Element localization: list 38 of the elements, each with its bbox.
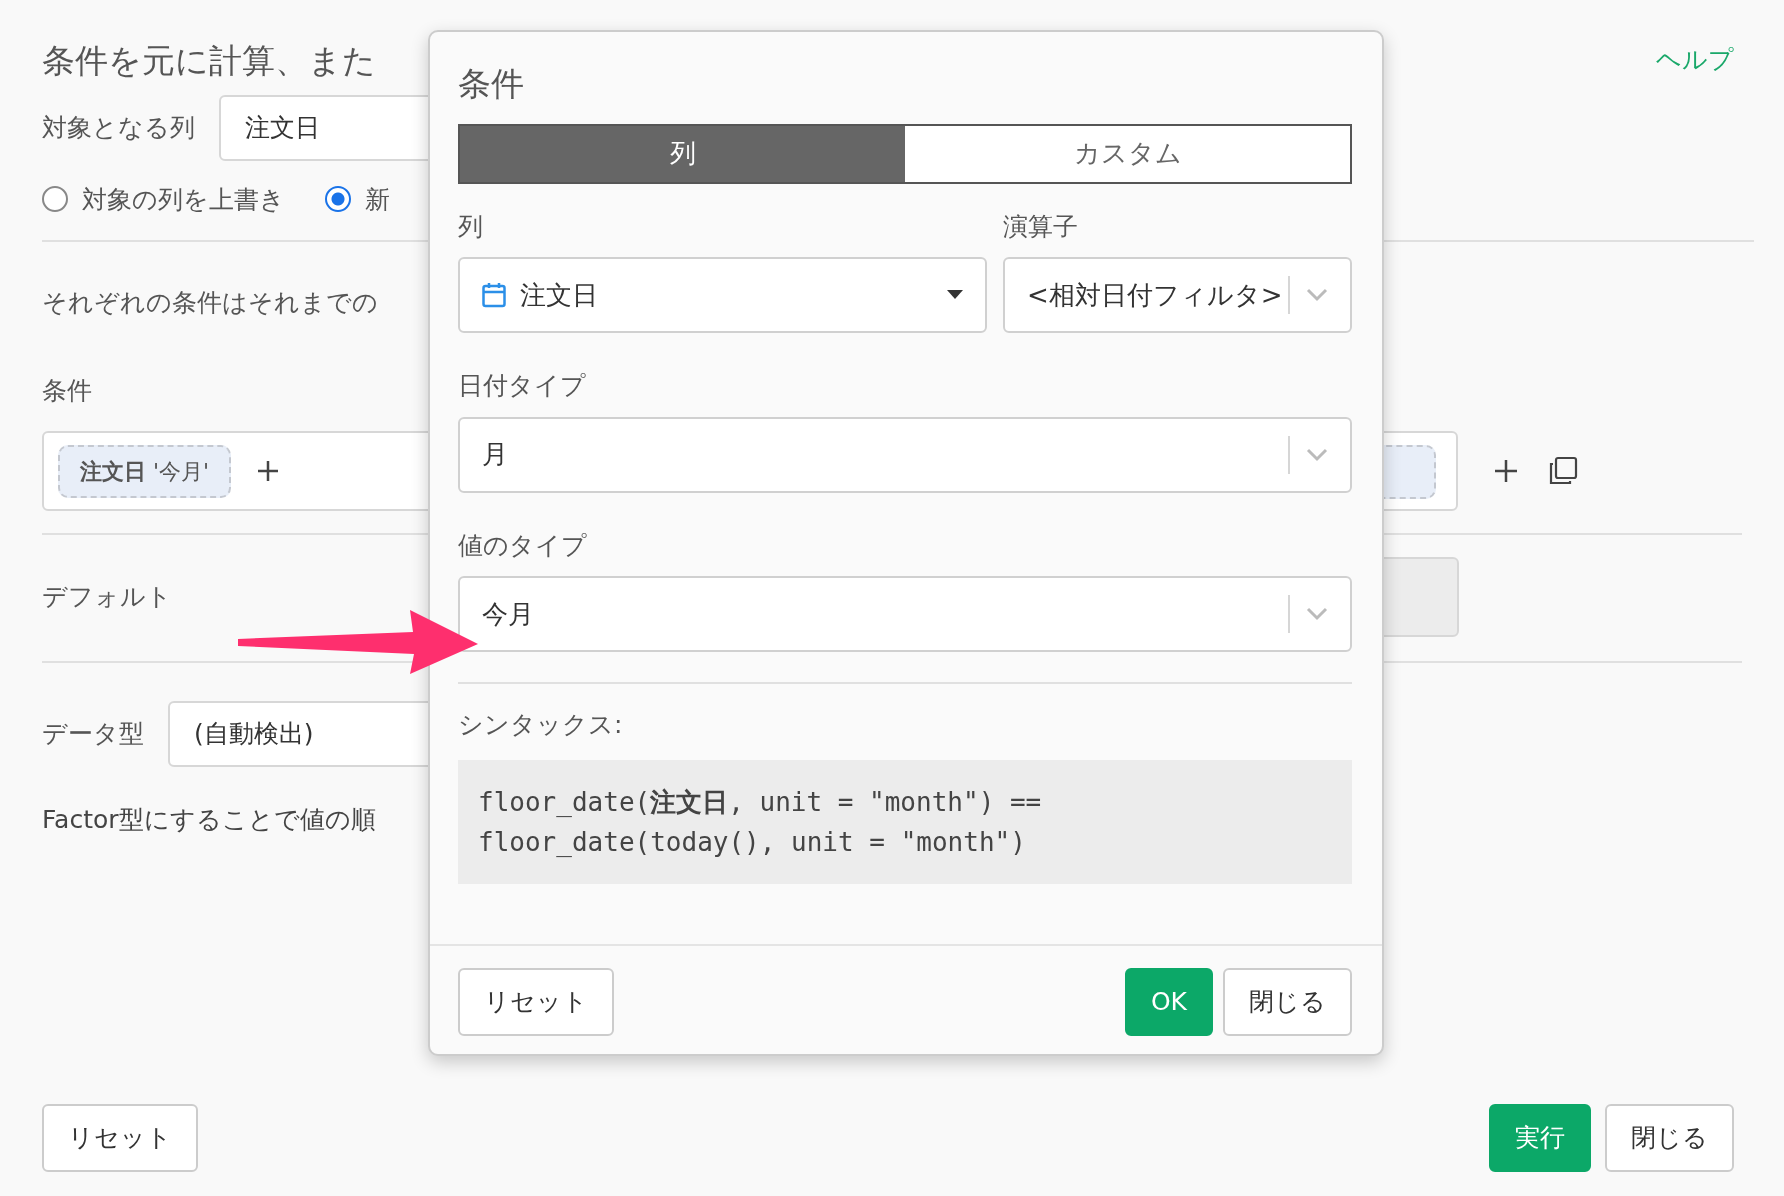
radio-label: 対象の列を上書き <box>82 183 285 216</box>
chevron-down-icon <box>1306 288 1328 303</box>
field-label: 値のタイプ <box>458 529 588 562</box>
section-label: 条件 <box>42 374 92 407</box>
field-label: データ型 <box>42 718 144 751</box>
field-label: 日付タイプ <box>458 370 587 403</box>
field-label: 対象となる列 <box>42 111 195 144</box>
date-type-select[interactable]: 月 <box>458 416 1352 493</box>
code-line: floor_date(注文日, unit = "month") == <box>478 785 1043 819</box>
factor-note-text: Factor型にすることで値の順 <box>42 804 376 837</box>
chevron-down-icon <box>1306 607 1328 622</box>
radio-label: 新 <box>365 183 390 216</box>
tab[interactable]: 列 <box>460 125 905 182</box>
code-line: floor_date(today(), unit = "month") <box>478 825 1027 859</box>
calendar-icon <box>482 282 506 309</box>
radio-button[interactable] <box>42 186 68 213</box>
field-label: デフォルト <box>42 581 172 614</box>
operator-select[interactable]: <相対日付フィルタ> <box>1003 257 1352 334</box>
field-label: 演算子 <box>1003 210 1079 243</box>
condition-chip[interactable]: 注文日 '今月' <box>58 444 232 498</box>
close-button[interactable]: 閉じる <box>1605 1104 1734 1172</box>
dialog-title: 条件 <box>458 64 525 104</box>
reset-button[interactable]: リセット <box>42 1104 198 1172</box>
copy-icon[interactable] <box>1548 456 1578 487</box>
plus-icon[interactable] <box>1494 459 1518 484</box>
close-button[interactable]: 閉じる <box>1223 968 1352 1036</box>
value-type-select[interactable]: 今月 <box>458 576 1352 653</box>
radio-button[interactable] <box>325 186 351 213</box>
tab[interactable]: カスタム <box>905 125 1350 182</box>
page-title: 条件を元に計算、また <box>42 41 376 81</box>
caret-icon <box>947 290 963 301</box>
reset-button[interactable]: リセット <box>458 968 614 1036</box>
field-label: 列 <box>458 210 484 243</box>
description-text: それぞれの条件はそれまでの <box>42 287 378 320</box>
plus-icon[interactable] <box>257 460 280 483</box>
column-select[interactable]: 注文日 <box>458 257 987 334</box>
chevron-down-icon <box>1306 447 1328 462</box>
syntax-label: シンタックス: <box>458 709 624 742</box>
